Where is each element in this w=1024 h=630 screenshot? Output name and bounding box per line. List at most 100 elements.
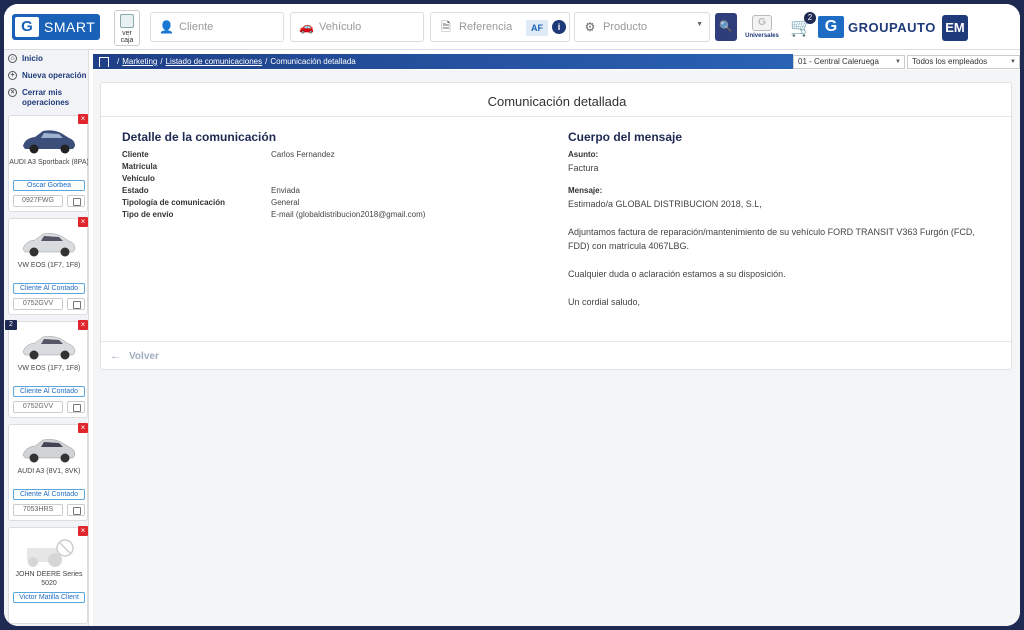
home-icon[interactable] [99,56,109,67]
main-content: Comunicación detallada Detalle de la com… [93,70,1020,626]
sidebar-item-nueva-operacion[interactable]: + Nueva operación [8,71,88,81]
universales-button[interactable]: G Universales [742,13,782,43]
detail-value: Carlos Fernandez [271,150,335,159]
plate-field: 0752GVV [13,298,63,310]
app-window: G SMART ver caja 👤 Cliente 🚗 Vehículo 🗎 … [4,4,1020,626]
sidebar-item-cerrar-operaciones[interactable]: × Cerrar mis operaciones [8,88,88,108]
breadcrumb: / Marketing / Listado de comunicaciones … [93,54,793,69]
user-avatar[interactable]: EM [942,15,968,41]
brand-mark-icon: G [818,16,844,38]
message-line: Adjuntamos factura de reparación/manteni… [568,227,975,251]
close-circle-icon: × [8,88,17,97]
plus-icon: + [8,71,17,80]
center-select-value: 01 - Central Caleruega [798,57,879,66]
cliente-input[interactable]: 👤 Cliente [150,12,284,42]
client-link[interactable]: Oscar Gorbea [13,180,85,191]
search-button[interactable]: 🔍 [715,13,737,41]
referencia-placeholder: Referencia [459,21,513,33]
producto-select[interactable]: ⚙ Producto ▼ [574,12,710,42]
subject-label: Asunto: [568,150,599,159]
sidebar-nav: ⌂ Inicio + Nueva operación × Cerrar mis … [4,50,88,108]
breadcrumb-current: Comunicación detallada [270,57,356,66]
plate-field: 0927FWG [13,195,63,207]
copy-icon[interactable] [67,195,85,207]
panel-footer: ← Volver [101,341,1013,370]
communication-panel: Comunicación detallada Detalle de la com… [100,82,1013,370]
universales-icon: G [752,15,772,31]
breadcrumb-marketing[interactable]: Marketing [122,54,157,69]
client-link[interactable]: Victor Matilla Client [13,592,85,603]
detail-row: Tipo de envío E-mail (globaldistribucion… [122,209,522,221]
subject-value: Factura [568,163,599,173]
copy-icon[interactable] [67,298,85,310]
user-icon: 👤 [159,20,174,34]
vehicle-model: AUDI A3 Sportback (8PA) [9,159,89,166]
client-link[interactable]: Cliente Al Contado [13,489,85,500]
detail-row: Matrícula [122,161,522,173]
client-link[interactable]: Cliente Al Contado [13,283,85,294]
app-logo[interactable]: G SMART [12,14,100,40]
detail-list: Cliente Carlos Fernandez Matrícula Vehíc… [122,149,522,221]
producto-placeholder: Producto [603,21,648,33]
copy-icon[interactable] [67,401,85,413]
close-icon[interactable]: × [78,320,88,330]
document-icon: 🗎 [441,20,451,34]
plate-field: 7053HRS [13,504,63,516]
vehicle-model: VW EOS (1F7, 1F8) [17,365,81,372]
home-icon: ⌂ [8,54,17,63]
breadcrumb-separator: / [265,57,268,66]
copy-icon[interactable] [67,504,85,516]
car-image [22,336,76,360]
arrow-left-icon: ← [110,350,121,362]
detail-value: General [271,198,300,207]
plate-field: 0752GVV [13,401,63,413]
message-line: Un cordial saludo, [568,297,641,307]
message-label: Mensaje: [568,186,603,195]
message-line: Estimado/a GLOBAL DISTRIBUCION 2018, S.L… [568,199,762,209]
close-icon[interactable]: × [78,217,88,227]
center-select[interactable]: 01 - Central Caleruega ▼ [793,55,905,69]
referencia-input[interactable]: 🗎 Referencia [430,12,570,42]
vehiculo-placeholder: Vehículo [319,21,362,33]
employees-select[interactable]: Todos los empleados ▼ [907,55,1020,69]
detail-label: Vehículo [122,174,155,183]
breadcrumb-separator: / [117,57,120,66]
cash-register-icon [120,14,134,28]
tractor-placeholder-image [27,539,74,567]
info-icon[interactable]: i [552,20,566,34]
client-link[interactable]: Cliente Al Contado [13,386,85,397]
close-icon[interactable]: × [78,526,88,536]
brand-name: GROUPAUTO [848,19,936,35]
af-toggle[interactable]: AF [526,20,548,36]
message-body: Asunto: Factura Mensaje: Estimado/a GLOB… [568,149,998,309]
detail-row: Tipología de comunicación General [122,197,522,209]
close-icon[interactable]: × [78,423,88,433]
body-section-title: Cuerpo del mensaje [568,130,683,144]
detail-label: Cliente [122,150,149,159]
logo-text: SMART [44,19,96,35]
vehicle-card[interactable]: × VW EOS (1F7, 1F8) Cliente Al Contado 0… [8,217,88,315]
ver-caja-button[interactable]: ver caja [114,10,140,46]
employees-select-value: Todos los empleados [912,57,988,66]
chevron-down-icon: ▼ [895,59,901,65]
detail-label: Tipo de envío [122,210,174,219]
chevron-down-icon: ▼ [696,21,703,28]
car-icon: 🚗 [299,20,314,34]
vehicle-card[interactable]: × JOHN DEERE Series 5020 Victor Matilla … [8,526,88,624]
cart-count-badge: 2 [804,12,816,24]
divider [101,116,1013,117]
breadcrumb-listado[interactable]: Listado de comunicaciones [166,54,263,69]
detail-section-title: Detalle de la comunicación [122,130,277,144]
vehicle-card[interactable]: × AUDI A3 (8V1, 8VK) Cliente Al Contado … [8,423,88,521]
vehicle-card[interactable]: 2 × VW EOS (1F7, 1F8) Cliente Al Contado… [5,320,88,418]
sidebar-item-inicio[interactable]: ⌂ Inicio [8,54,88,64]
sidebar: ⌂ Inicio + Nueva operación × Cerrar mis … [4,50,89,626]
cliente-placeholder: Cliente [179,21,214,33]
back-button[interactable]: ← Volver [110,350,159,362]
close-icon[interactable]: × [78,114,88,124]
message-line: Cualquier duda o aclaración estamos a su… [568,269,786,279]
vehiculo-input[interactable]: 🚗 Vehículo [290,12,424,42]
chevron-down-icon: ▼ [1010,59,1016,65]
vehicle-card[interactable]: × AUDI A3 Sportback (8PA) Oscar Gorbea 0… [8,114,89,212]
detail-label: Matrícula [122,162,158,171]
